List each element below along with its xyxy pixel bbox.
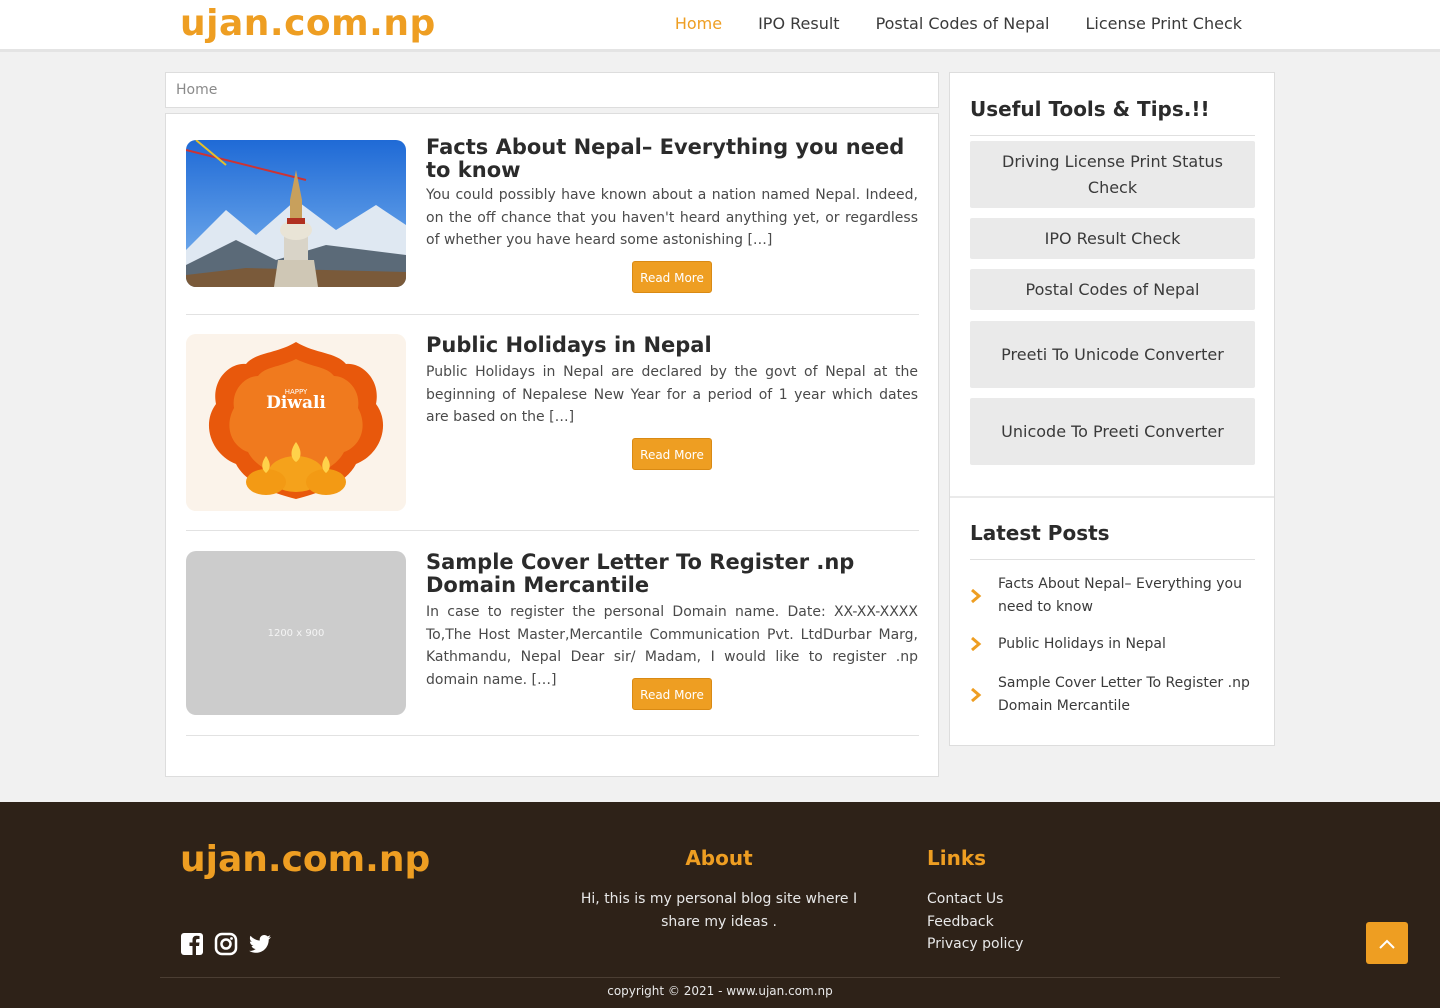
post-item: Facts About Nepal– Everything you need t… bbox=[186, 136, 919, 315]
latest-post-link[interactable]: Sample Cover Letter To Register .np Doma… bbox=[998, 672, 1255, 717]
tool-unicode-to-preeti[interactable]: Unicode To Preeti Converter bbox=[970, 398, 1255, 465]
site-footer: ujan.com.np About Hi, this is my persona… bbox=[0, 802, 1440, 1008]
nav-item-ipo-result[interactable]: IPO Result bbox=[758, 14, 839, 33]
nav-item-postal-codes[interactable]: Postal Codes of Nepal bbox=[876, 14, 1050, 33]
latest-post-item[interactable]: Sample Cover Letter To Register .np Doma… bbox=[970, 672, 1255, 717]
footer-divider bbox=[160, 977, 1280, 978]
tool-postal-codes[interactable]: Postal Codes of Nepal bbox=[970, 269, 1255, 310]
footer-link-feedback[interactable]: Feedback bbox=[927, 911, 1023, 934]
footer-about-heading: About bbox=[685, 846, 753, 870]
post-title[interactable]: Facts About Nepal– Everything you need t… bbox=[426, 136, 921, 182]
post-thumbnail-placeholder[interactable]: 1200 x 900 bbox=[186, 551, 406, 715]
post-list: Facts About Nepal– Everything you need t… bbox=[165, 113, 939, 777]
footer-links: Contact Us Feedback Privacy policy bbox=[927, 888, 1023, 956]
post-title[interactable]: Sample Cover Letter To Register .np Doma… bbox=[426, 551, 921, 597]
tool-driving-license[interactable]: Driving License Print Status Check bbox=[970, 141, 1255, 208]
chevron-up-icon bbox=[1379, 934, 1395, 953]
diwali-main-text: Diwali bbox=[266, 393, 326, 413]
divider bbox=[970, 135, 1255, 136]
latest-post-item[interactable]: Facts About Nepal– Everything you need t… bbox=[970, 573, 1255, 618]
footer-link-privacy[interactable]: Privacy policy bbox=[927, 933, 1023, 956]
footer-links-heading: Links bbox=[927, 846, 987, 870]
post-item: 1200 x 900 Sample Cover Letter To Regist… bbox=[186, 551, 919, 736]
post-excerpt: Public Holidays in Nepal are declared by… bbox=[426, 364, 918, 425]
chevron-right-icon bbox=[970, 588, 998, 603]
instagram-icon[interactable] bbox=[214, 932, 238, 956]
main-nav: Home IPO Result Postal Codes of Nepal Li… bbox=[675, 14, 1242, 33]
chevron-right-icon bbox=[970, 637, 998, 652]
site-logo[interactable]: ujan.com.np bbox=[180, 3, 436, 44]
tools-heading: Useful Tools & Tips.!! bbox=[970, 97, 1210, 121]
copyright-text: copyright © 2021 - www.ujan.com.np bbox=[607, 984, 833, 998]
nav-item-license-print-check[interactable]: License Print Check bbox=[1085, 14, 1242, 33]
section-divider bbox=[950, 496, 1274, 498]
tool-preeti-to-unicode[interactable]: Preeti To Unicode Converter bbox=[970, 321, 1255, 388]
post-item: HAPPY Diwali Public Holidays in Nepal Pu… bbox=[186, 334, 919, 531]
twitter-icon[interactable] bbox=[248, 932, 272, 956]
latest-posts-heading: Latest Posts bbox=[970, 521, 1110, 545]
post-excerpt: You could possibly have known about a na… bbox=[426, 187, 918, 248]
facebook-icon[interactable] bbox=[180, 932, 204, 956]
latest-post-link[interactable]: Facts About Nepal– Everything you need t… bbox=[998, 573, 1255, 618]
post-thumbnail-stupa[interactable] bbox=[186, 140, 406, 287]
post-title[interactable]: Public Holidays in Nepal bbox=[426, 334, 921, 357]
tool-ipo-result[interactable]: IPO Result Check bbox=[970, 218, 1255, 259]
footer-logo[interactable]: ujan.com.np bbox=[180, 839, 430, 880]
site-header: ujan.com.np Home IPO Result Postal Codes… bbox=[0, 0, 1440, 52]
breadcrumb-home[interactable]: Home bbox=[176, 82, 217, 98]
breadcrumb: Home bbox=[165, 72, 939, 108]
sidebar: Useful Tools & Tips.!! Driving License P… bbox=[949, 72, 1275, 746]
chevron-right-icon bbox=[970, 687, 998, 702]
post-thumbnail-diwali[interactable]: HAPPY Diwali bbox=[186, 334, 406, 511]
back-to-top-button[interactable] bbox=[1366, 922, 1408, 964]
placeholder-size-label: 1200 x 900 bbox=[267, 627, 325, 639]
divider bbox=[970, 559, 1255, 560]
social-links bbox=[180, 932, 272, 956]
footer-link-contact[interactable]: Contact Us bbox=[927, 888, 1023, 911]
read-more-button[interactable]: Read More bbox=[632, 678, 712, 710]
read-more-button[interactable]: Read More bbox=[632, 438, 712, 470]
footer-about-text: Hi, this is my personal blog site where … bbox=[580, 891, 858, 930]
nav-item-home[interactable]: Home bbox=[675, 14, 722, 33]
latest-post-item[interactable]: Public Holidays in Nepal bbox=[970, 633, 1255, 656]
latest-post-link[interactable]: Public Holidays in Nepal bbox=[998, 633, 1166, 656]
read-more-button[interactable]: Read More bbox=[632, 261, 712, 293]
